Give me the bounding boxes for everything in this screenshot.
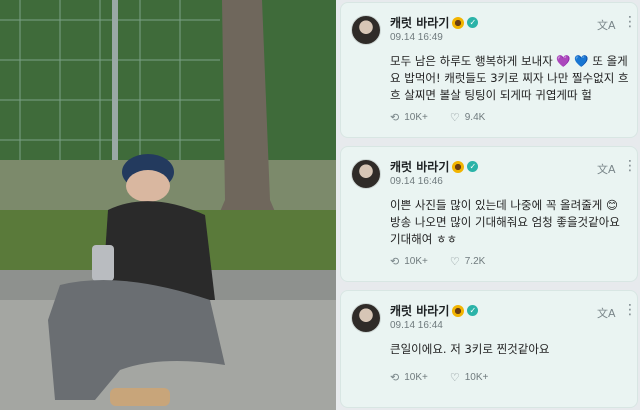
comment-icon: ⟲ (390, 112, 400, 124)
heart-icon: ♡ (449, 112, 460, 124)
post-card[interactable]: 캐럿 바라기 ✓ 09.14 16:46 文A ⋮ 이쁜 사진들 많이 있는데 … (340, 146, 638, 282)
comment-icon: ⟲ (390, 372, 400, 384)
author-name[interactable]: 캐럿 바라기 ✓ (390, 14, 479, 31)
like-button[interactable]: ♡ 7.2K (450, 255, 485, 268)
more-icon[interactable]: ⋮ (623, 15, 637, 29)
verified-badge-icon: ✓ (467, 17, 479, 28)
post-text: 이쁜 사진들 많이 있는데 나중에 꼭 올려줄게 😊 방송 나오면 많이 기대해… (390, 198, 620, 246)
comment-icon: ⟲ (390, 256, 400, 268)
more-icon[interactable]: ⋮ (623, 303, 637, 317)
author-label: 캐럿 바라기 (390, 16, 450, 30)
avatar[interactable] (351, 15, 381, 45)
post-time: 09.14 16:46 (390, 176, 443, 187)
person-photo (0, 0, 336, 410)
author-name[interactable]: 캐럿 바라기 ✓ (390, 158, 479, 175)
comment-count: 10K+ (404, 112, 428, 123)
heart-icon: ♡ (449, 372, 460, 384)
sunflower-icon (452, 160, 465, 173)
verified-badge-icon: ✓ (467, 305, 479, 316)
like-count: 9.4K (464, 112, 486, 123)
post-time: 09.14 16:49 (390, 32, 443, 43)
like-count: 10K+ (464, 372, 489, 383)
author-name[interactable]: 캐럿 바라기 ✓ (390, 302, 479, 319)
avatar[interactable] (351, 159, 381, 189)
like-button[interactable]: ♡ 10K+ (450, 371, 489, 384)
heart-icon: ♡ (449, 256, 460, 268)
sunflower-icon (452, 304, 465, 317)
author-label: 캐럿 바라기 (390, 304, 450, 318)
post-stats: ⟲ 10K+ ♡ 10K+ (390, 371, 502, 384)
avatar[interactable] (351, 303, 381, 333)
comment-button[interactable]: ⟲ 10K+ (390, 255, 428, 268)
comment-button[interactable]: ⟲ 10K+ (390, 111, 428, 124)
translate-icon[interactable]: 文A (597, 305, 616, 321)
post-card[interactable]: 캐럿 바라기 ✓ 09.14 16:49 文A ⋮ 모두 남은 하루도 행복하게… (340, 2, 638, 138)
post-text: 모두 남은 하루도 행복하게 보내자 💜 💙 또 올게요 밥먹어! 캐럿들도 3… (390, 54, 629, 102)
translate-icon[interactable]: 文A (597, 161, 616, 177)
post-card[interactable]: 캐럿 바라기 ✓ 09.14 16:44 文A ⋮ 큰일이에요. 저 3키로 찐… (340, 290, 638, 408)
post-stats: ⟲ 10K+ ♡ 9.4K (390, 111, 499, 124)
translate-icon[interactable]: 文A (597, 17, 616, 33)
photo-panel (0, 0, 336, 410)
verified-badge-icon: ✓ (467, 161, 479, 172)
like-button[interactable]: ♡ 9.4K (450, 111, 485, 124)
like-count: 7.2K (464, 256, 486, 267)
comment-count: 10K+ (404, 256, 428, 267)
sunflower-icon (452, 16, 465, 29)
post-stats: ⟲ 10K+ ♡ 7.2K (390, 255, 499, 268)
more-icon[interactable]: ⋮ (623, 159, 637, 173)
post-time: 09.14 16:44 (390, 320, 443, 331)
post-text: 큰일이에요. 저 3키로 찐것같아요 (390, 342, 550, 356)
post-feed: 캐럿 바라기 ✓ 09.14 16:49 文A ⋮ 모두 남은 하루도 행복하게… (336, 0, 640, 410)
comment-count: 10K+ (404, 372, 428, 383)
author-label: 캐럿 바라기 (390, 160, 450, 174)
comment-button[interactable]: ⟲ 10K+ (390, 371, 428, 384)
